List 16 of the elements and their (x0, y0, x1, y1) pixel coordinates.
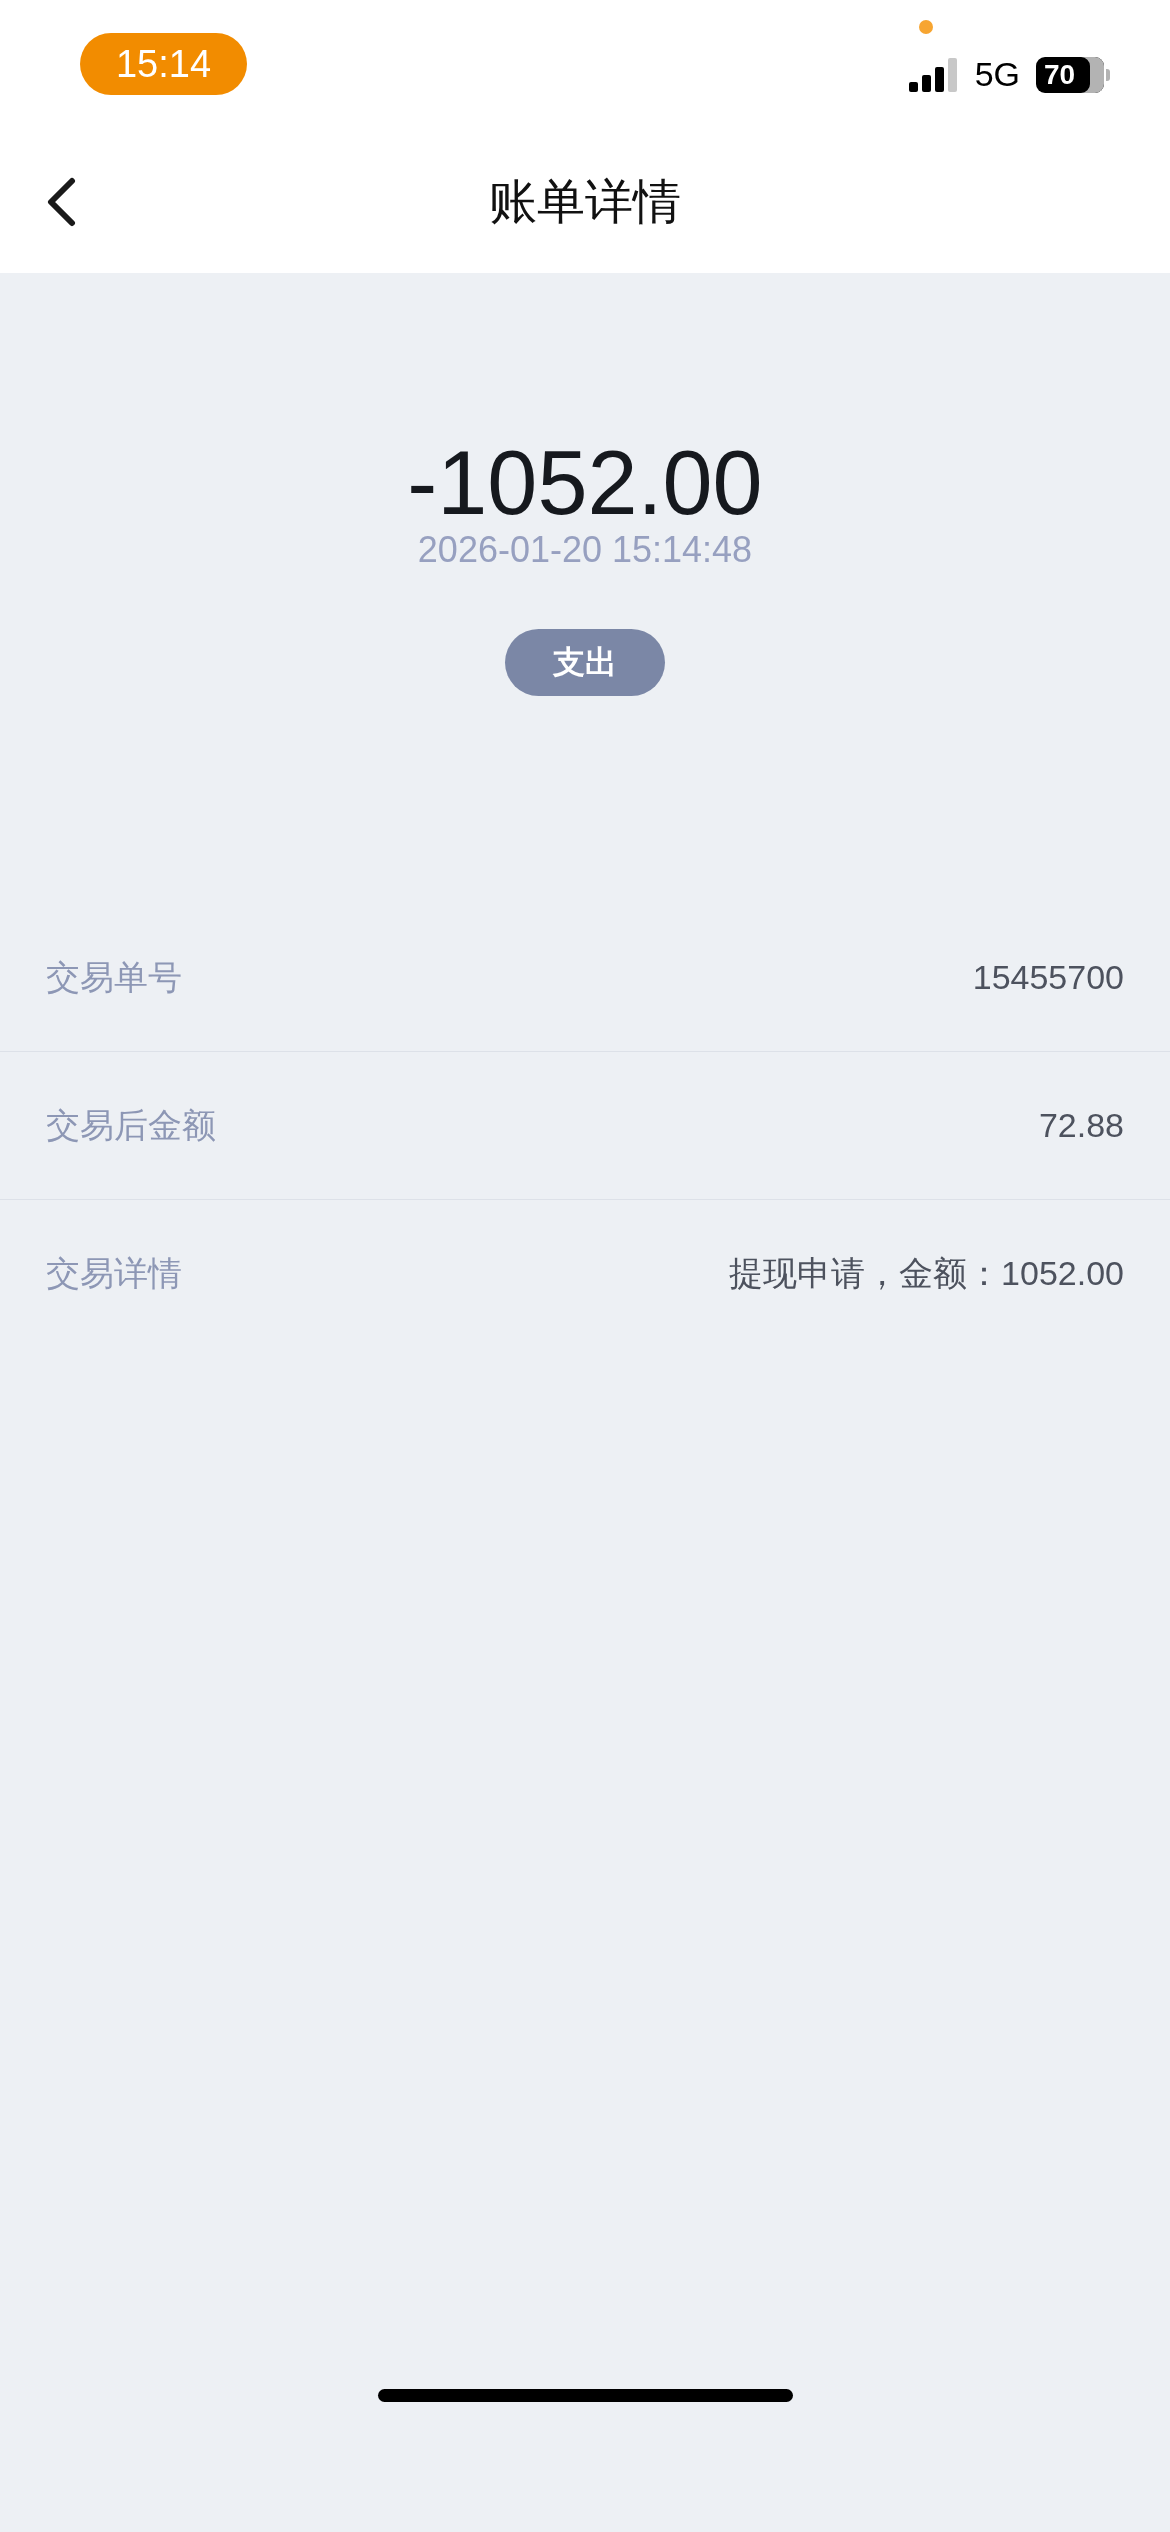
battery-icon: 70 (1036, 56, 1104, 93)
detail-value: 提现申请，金额：1052.00 (729, 1252, 1124, 1294)
signal-icon (908, 57, 959, 92)
detail-value: 15455700 (972, 958, 1124, 998)
network-label: 5G (974, 55, 1020, 94)
detail-label: 交易详情 (46, 1252, 182, 1294)
page-title: 账单详情 (489, 173, 681, 230)
status-time: 15:14 (80, 33, 247, 95)
transaction-time: 2026-01-20 15:14:48 (417, 528, 753, 572)
detail-label: 交易单号 (46, 956, 182, 998)
back-icon (46, 176, 76, 227)
detail-value: 72.88 (1038, 1106, 1124, 1146)
amount: -1052.00 (407, 438, 763, 528)
indicator-dot-icon (918, 20, 933, 34)
detail-label: 交易后金额 (46, 1104, 216, 1146)
type-tag: 支出 (505, 629, 665, 697)
